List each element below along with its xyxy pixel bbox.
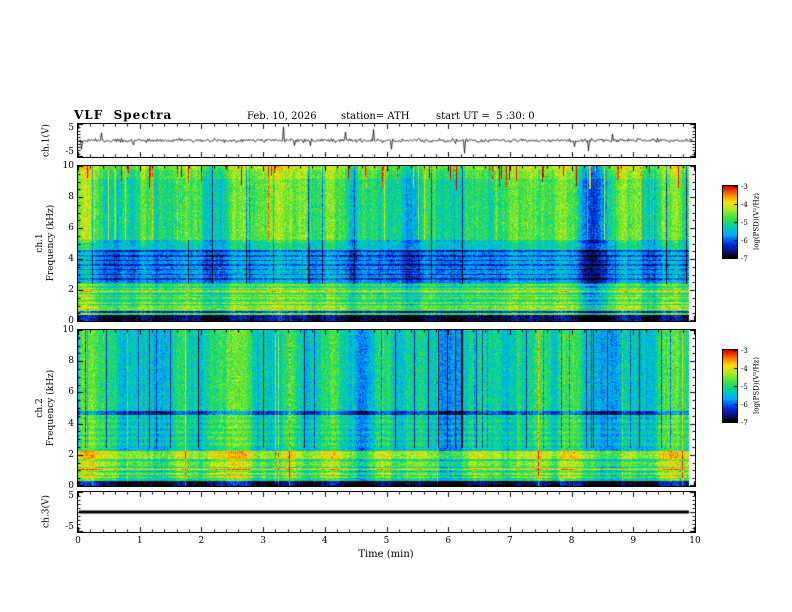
ch2-axis-channel-line: ch.2: [35, 398, 45, 418]
colorbar1-tick-label: -4: [741, 201, 748, 209]
ch1-spectrogram-panel: [77, 165, 696, 322]
x-tick-label: 5: [383, 536, 390, 546]
spec2-y-tick-label: 6: [68, 387, 74, 398]
colorbar-ch2-gradient: [723, 350, 737, 422]
ch2-frequency-axis-label: ch.2 Frequency (kHz): [35, 360, 57, 456]
x-tick-label: 10: [689, 536, 701, 546]
colorbar2-tick-label: -3: [741, 347, 748, 355]
ch1-frequency-axis-label: ch.1 Frequency (kHz): [35, 195, 57, 291]
spec1-y-tick-label: 8: [68, 192, 74, 202]
wave1-y-tick-label: -5: [65, 147, 74, 157]
spec2-y-tick-label: 2: [68, 449, 74, 460]
station-label: station= ATH: [341, 111, 410, 122]
colorbar1-tick-label: -6: [741, 237, 748, 245]
colorbar2-tick-label: -5: [741, 383, 748, 391]
ch1-voltage-axis-label: ch.1(V): [41, 124, 52, 157]
x-tick-label: 3: [260, 536, 266, 546]
x-tick-label: 4: [321, 536, 328, 546]
colorbar-ch1: [722, 185, 738, 259]
spec1-y-tick-label: 2: [68, 285, 74, 295]
wave1-y-tick-label: 5: [68, 123, 74, 133]
x-tick-label: 8: [568, 536, 575, 546]
wave3-y-tick-label: 5: [68, 491, 74, 501]
ch1-axis-frequency-line: Frequency (kHz): [46, 204, 56, 282]
ch3-waveform-canvas: [78, 492, 695, 532]
ch1-axis-channel-line: ch.1: [35, 233, 45, 253]
ch1-spectrogram-canvas: [78, 166, 695, 321]
ch1-waveform-canvas: [78, 124, 695, 157]
spec1-y-tick-label: 4: [68, 254, 74, 264]
spec2-y-tick-label: 8: [68, 356, 74, 367]
spec1-y-tick-label: 6: [68, 223, 74, 233]
x-tick-label: 0: [75, 536, 81, 546]
ch1-waveform-panel: [77, 123, 696, 158]
colorbar1-tick-label: -7: [741, 255, 748, 263]
start-ut-label: start UT = 5 :30: 0: [436, 111, 535, 122]
figure-title: VLF Spectra: [74, 108, 173, 122]
ch2-axis-frequency-line: Frequency (kHz): [46, 369, 56, 447]
x-tick-label: 1: [136, 536, 143, 546]
spec2-y-tick-label: 0: [68, 481, 74, 491]
colorbar2-tick-label: -7: [741, 419, 748, 427]
colorbar1-tick-label: -5: [741, 219, 748, 227]
time-axis-label: Time (min): [358, 549, 414, 560]
date-label: Feb. 10, 2026: [247, 111, 317, 122]
colorbar-ch1-gradient: [723, 186, 737, 258]
wave3-y-tick-label: -5: [65, 522, 74, 532]
spec1-y-tick-label: 10: [62, 161, 74, 171]
x-tick-label: 6: [445, 536, 452, 546]
ch2-spectrogram-panel: [77, 329, 696, 487]
ch3-voltage-axis-label: ch.3(V): [41, 495, 52, 528]
ch3-waveform-panel: [77, 491, 696, 533]
x-tick-label: 9: [630, 536, 637, 546]
colorbar-ch2: [722, 349, 738, 423]
ch2-spectrogram-canvas: [78, 330, 695, 486]
colorbar2-tick-label: -6: [741, 401, 748, 409]
colorbar2-tick-label: -4: [741, 365, 748, 373]
vlf-spectra-figure: VLF Spectra Feb. 10, 2026 station= ATH s…: [0, 0, 792, 612]
colorbar1-tick-label: -3: [741, 183, 748, 191]
spec2-y-tick-label: 10: [62, 325, 74, 335]
x-tick-label: 2: [198, 536, 205, 546]
x-tick-label: 7: [507, 536, 513, 546]
spec2-y-tick-label: 4: [68, 418, 74, 429]
